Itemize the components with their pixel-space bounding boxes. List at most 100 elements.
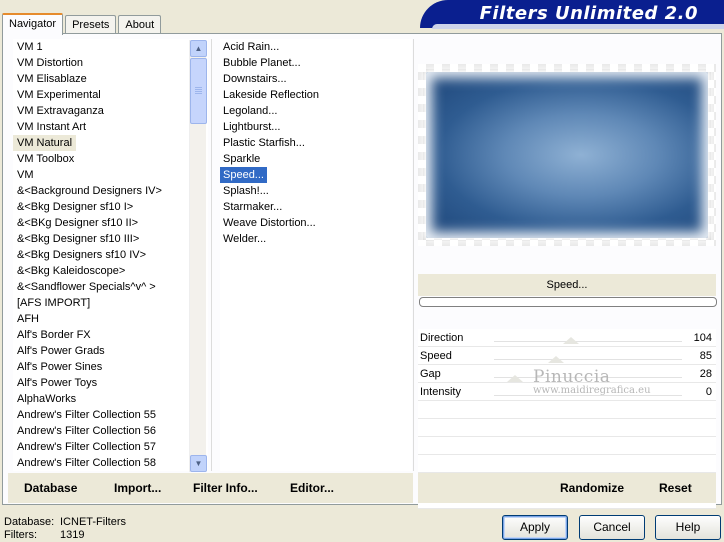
category-row: Andrew's Filter Collection 57 <box>13 439 208 455</box>
category-item[interactable]: Andrew's Filter Collection 56 <box>13 423 156 439</box>
category-row: VM Natural <box>13 135 208 151</box>
category-row: Andrew's Filter Collection 56 <box>13 423 208 439</box>
chevron-down-icon[interactable]: ▼ <box>190 455 207 472</box>
param-value: 28 <box>699 368 712 380</box>
filters-label: Filters: <box>4 529 37 541</box>
filter-item[interactable]: Speed... <box>220 167 267 183</box>
category-scrollbar[interactable]: ▲ ▼ <box>189 40 207 472</box>
category-item[interactable]: &<Bkg Designer sf10 III> <box>13 231 139 247</box>
slider-thumb-icon[interactable] <box>506 375 523 382</box>
filter-row: Splash!... <box>220 183 412 199</box>
filter-item[interactable]: Welder... <box>220 231 266 247</box>
category-item[interactable]: Andrew's Filter Collection 55 <box>13 407 156 423</box>
category-item[interactable]: VM Instant Art <box>13 119 86 135</box>
category-item[interactable]: VM Distortion <box>13 55 83 71</box>
category-item[interactable]: VM Natural <box>13 135 77 151</box>
category-row: &<Bkg Designers sf10 IV> <box>13 247 208 263</box>
filter-item[interactable]: Lakeside Reflection <box>220 87 319 103</box>
slider-thumb-icon[interactable] <box>563 337 580 344</box>
category-item[interactable]: [AFS IMPORT] <box>13 295 90 311</box>
category-item[interactable]: Alf's Power Grads <box>13 343 105 359</box>
app-title: Filters Unlimited 2.0 <box>479 3 698 24</box>
category-item[interactable]: &<Bkg Designer sf10 I> <box>13 199 133 215</box>
category-row: Alf's Power Grads <box>13 343 208 359</box>
param-label: Gap <box>420 368 441 380</box>
param-slider-track[interactable] <box>494 341 682 346</box>
filter-item[interactable]: Downstairs... <box>220 71 287 87</box>
filter-item[interactable]: Weave Distortion... <box>220 215 316 231</box>
category-item[interactable]: Alf's Border FX <box>13 327 91 343</box>
category-item[interactable]: &<Bkg Kaleidoscope> <box>13 263 125 279</box>
category-item[interactable]: AFH <box>13 311 39 327</box>
category-row: VM 1 <box>13 39 208 55</box>
tab-about[interactable]: About <box>118 15 162 34</box>
category-item[interactable]: VM Experimental <box>13 87 101 103</box>
param-row-speed[interactable]: Speed 85 <box>418 347 716 365</box>
filter-item[interactable]: Splash!... <box>220 183 269 199</box>
category-item[interactable]: &<Sandflower Specials^v^ > <box>13 279 156 295</box>
filter-row: Legoland... <box>220 103 412 119</box>
filter-item[interactable]: Plastic Starfish... <box>220 135 305 151</box>
tab-navigator[interactable]: Navigator <box>2 13 64 35</box>
category-item[interactable]: Alf's Power Toys <box>13 375 97 391</box>
filter-row: Lakeside Reflection <box>220 87 412 103</box>
slider-thumb-icon[interactable] <box>548 356 565 363</box>
category-row: &<Background Designers IV> <box>13 183 208 199</box>
param-value: 0 <box>705 386 712 398</box>
param-actions-bar: Randomize Reset <box>418 473 716 503</box>
category-row: &<Bkg Designer sf10 III> <box>13 231 208 247</box>
filter-item[interactable]: Acid Rain... <box>220 39 279 55</box>
param-slider-track[interactable] <box>494 359 682 364</box>
filter-item[interactable]: Starmaker... <box>220 199 282 215</box>
category-row: VM Instant Art <box>13 119 208 135</box>
database-button[interactable]: Database <box>24 481 77 495</box>
category-item[interactable]: &<BKg Designer sf10 II> <box>13 215 138 231</box>
filter-item[interactable]: Sparkle <box>220 151 260 167</box>
randomize-button[interactable]: Randomize <box>560 481 624 495</box>
category-item[interactable]: Alf's Power Sines <box>13 359 102 375</box>
filter-item[interactable]: Lightburst... <box>220 119 280 135</box>
preview-frost <box>418 64 716 246</box>
category-row: [AFS IMPORT] <box>13 295 208 311</box>
category-item[interactable]: VM 1 <box>13 39 43 55</box>
preview-area <box>418 64 716 246</box>
selected-filter-name: Speed... <box>418 274 716 296</box>
import-button[interactable]: Import... <box>114 481 161 495</box>
category-row: AlphaWorks <box>13 391 208 407</box>
editor-button[interactable]: Editor... <box>290 481 334 495</box>
reset-button[interactable]: Reset <box>659 481 692 495</box>
category-item[interactable]: VM Toolbox <box>13 151 74 167</box>
scrollbar-thumb[interactable] <box>190 58 207 124</box>
category-item[interactable]: VM Extravaganza <box>13 103 104 119</box>
filter-row: Weave Distortion... <box>220 215 412 231</box>
category-row: VM Toolbox <box>13 151 208 167</box>
help-button[interactable]: Help <box>655 515 721 540</box>
category-item[interactable]: VM Elisablaze <box>13 71 87 87</box>
category-item[interactable]: AlphaWorks <box>13 391 76 407</box>
filter-item[interactable]: Bubble Planet... <box>220 55 301 71</box>
filter-row: Lightburst... <box>220 119 412 135</box>
category-list[interactable]: VM 1 VM Distortion VM Elisablaze VM Experim… <box>13 39 208 471</box>
category-item[interactable]: VM <box>13 167 34 183</box>
category-item[interactable]: &<Bkg Designers sf10 IV> <box>13 247 146 263</box>
watermark-name: Pinuccia <box>533 367 611 387</box>
param-row-empty <box>418 419 716 437</box>
filter-item[interactable]: Legoland... <box>220 103 277 119</box>
divider <box>211 39 212 471</box>
category-row: Alf's Power Toys <box>13 375 208 391</box>
grip-icon <box>195 87 202 88</box>
divider <box>413 39 414 471</box>
category-item[interactable]: Andrew's Filter Collection 58 <box>13 455 156 471</box>
database-value: ICNET-Filters <box>60 516 126 528</box>
filter-info-button[interactable]: Filter Info... <box>193 481 258 495</box>
filter-list[interactable]: Acid Rain... Bubble Planet... Downstairs..… <box>220 39 412 471</box>
param-row-empty <box>418 455 716 473</box>
category-item[interactable]: Andrew's Filter Collection 57 <box>13 439 156 455</box>
cancel-button[interactable]: Cancel <box>579 515 645 540</box>
database-info: Database: ICNET-Filters Filters: 1319 <box>4 516 126 542</box>
category-item[interactable]: &<Background Designers IV> <box>13 183 162 199</box>
chevron-up-icon[interactable]: ▲ <box>190 40 207 57</box>
category-row: AFH <box>13 311 208 327</box>
apply-button[interactable]: Apply <box>502 515 568 540</box>
tab-presets[interactable]: Presets <box>65 15 117 34</box>
